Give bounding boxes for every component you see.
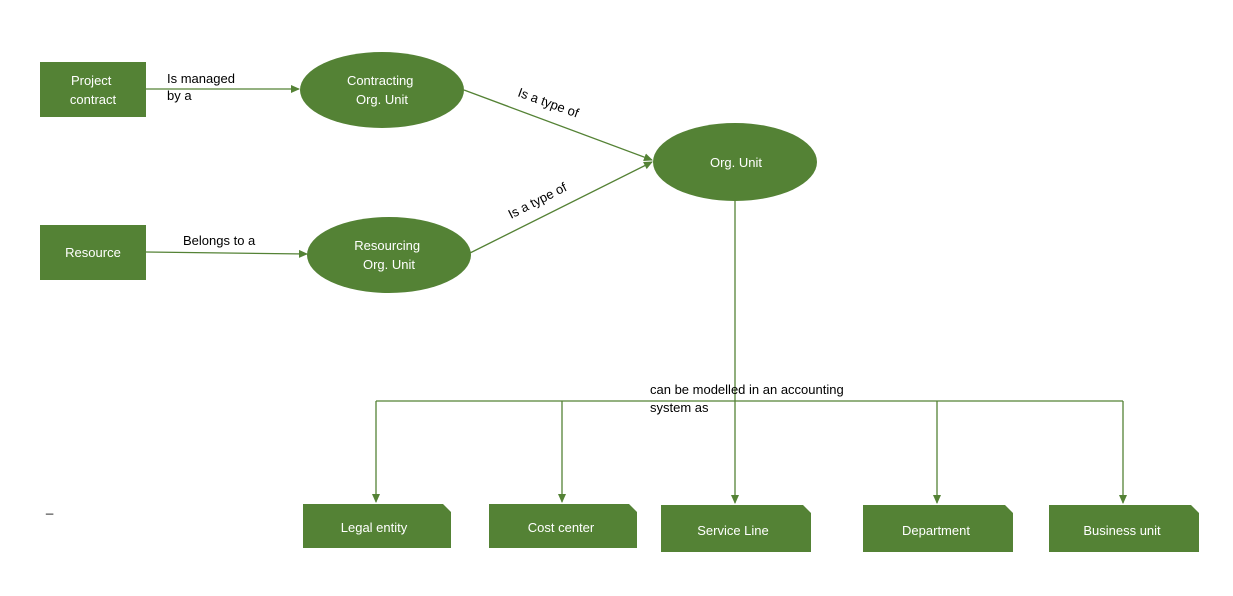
node-resourcing-org-unit: Resourcing Org. Unit bbox=[307, 217, 471, 293]
org-unit-diagram: Is managed by a Belongs to a Is a type o… bbox=[40, 52, 1199, 552]
edge-contracting-type-of: Is a type of bbox=[463, 85, 653, 161]
node-legal-entity: Legal entity bbox=[303, 504, 451, 548]
edge-modelled-as: can be modelled in an accounting system … bbox=[372, 201, 1127, 504]
edge-label: Is managed by a bbox=[167, 71, 239, 103]
edge-belongs-to: Belongs to a bbox=[145, 233, 308, 258]
edge-resourcing-type-of: Is a type of bbox=[469, 161, 653, 254]
connector-line bbox=[469, 161, 653, 254]
node-project-contract: Project contract bbox=[40, 62, 146, 117]
node-org-unit: Org. Unit bbox=[653, 123, 817, 201]
node-label: Org. Unit bbox=[710, 155, 762, 170]
node-label: Service Line bbox=[697, 523, 769, 538]
node-label: Department bbox=[902, 523, 970, 538]
node-cost-center: Cost center bbox=[489, 504, 637, 548]
edge-label: Is a type of bbox=[516, 85, 581, 121]
node-resource: Resource bbox=[40, 225, 146, 280]
node-label: Legal entity bbox=[341, 520, 408, 535]
node-contracting-org-unit: Contracting Org. Unit bbox=[300, 52, 464, 128]
node-business-unit: Business unit bbox=[1049, 505, 1199, 552]
node-shape bbox=[300, 52, 464, 128]
node-label: Cost center bbox=[528, 520, 595, 535]
node-label: Resource bbox=[65, 245, 121, 260]
edge-label: Belongs to a bbox=[183, 233, 256, 248]
node-label: Business unit bbox=[1083, 523, 1161, 538]
node-shape bbox=[307, 217, 471, 293]
edge-managed-by: Is managed by a bbox=[146, 71, 300, 103]
node-service-line: Service Line bbox=[661, 505, 811, 552]
connector-line bbox=[145, 249, 308, 258]
node-shape bbox=[40, 62, 146, 117]
node-department: Department bbox=[863, 505, 1013, 552]
edge-label: Is a type of bbox=[506, 179, 570, 221]
edge-label: can be modelled in an accounting system … bbox=[650, 382, 847, 415]
stray-dash-mark: _ bbox=[45, 500, 54, 515]
